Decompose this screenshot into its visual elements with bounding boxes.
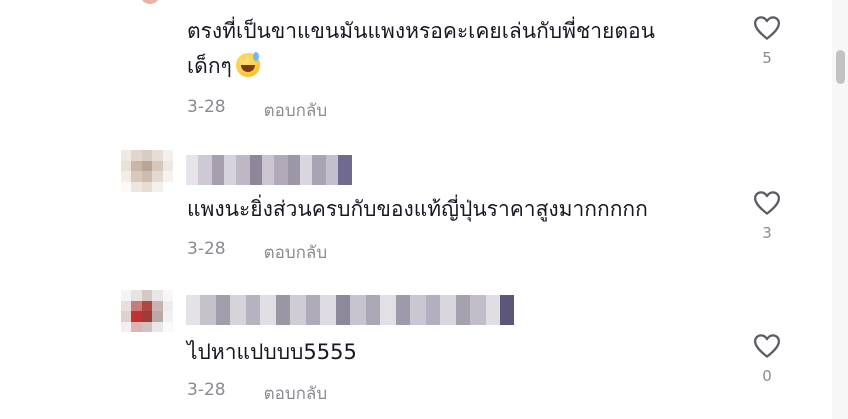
username-pixelated[interactable] [186, 155, 352, 185]
avatar[interactable] [121, 290, 173, 332]
like-count: 0 [762, 367, 772, 385]
comment-date: 3-28 [187, 97, 226, 117]
reply-button[interactable]: ตอบกลับ [264, 97, 328, 124]
reply-button[interactable]: ตอบกลับ [264, 380, 328, 407]
like-control: 5 [748, 13, 786, 67]
scrollbar-thumb[interactable] [836, 50, 845, 84]
comment-item: แพงนะยิ่งส่วนครบกับของแท้ญี่ปุ่นราคาสูงม… [0, 140, 830, 270]
like-control: 3 [748, 188, 786, 242]
heart-outline-icon[interactable] [752, 188, 782, 218]
comment-meta: 3-28 ตอบกลับ [187, 380, 327, 407]
like-count: 3 [762, 224, 772, 242]
like-control: 0 [748, 331, 786, 385]
like-count: 5 [762, 49, 772, 67]
comment-list: ตรงที่เป็นขาแขนมันแพงหรอคะเคยเล่นกับพี่ช… [0, 0, 848, 419]
comment-date: 3-28 [187, 380, 226, 400]
comment-text: ไปหาแปบบบ5555 [187, 340, 357, 364]
sweat-smile-emoji-icon [235, 52, 260, 77]
comment-text-line: ตรงที่เป็นขาแขนมันแพงหรอคะเคยเล่นกับพี่ช… [187, 19, 655, 43]
comment-item: ไปหาแปบบบ5555 3-28 ตอบกลับ 0 [0, 280, 830, 419]
comment-date: 3-28 [187, 239, 226, 259]
heart-outline-icon[interactable] [752, 13, 782, 43]
reply-button[interactable]: ตอบกลับ [264, 239, 328, 266]
comment-text: แพงนะยิ่งส่วนครบกับของแท้ญี่ปุ่นราคาสูงม… [187, 197, 648, 221]
comment-text-line: เด็กๆ [187, 49, 655, 84]
avatar[interactable] [121, 150, 173, 192]
heart-outline-icon[interactable] [752, 331, 782, 361]
comment-text: ตรงที่เป็นขาแขนมันแพงหรอคะเคยเล่นกับพี่ช… [187, 14, 655, 84]
comment-item: ตรงที่เป็นขาแขนมันแพงหรอคะเคยเล่นกับพี่ช… [0, 0, 830, 130]
comment-meta: 3-28 ตอบกลับ [187, 97, 327, 124]
username-pixelated[interactable] [186, 295, 530, 325]
comment-meta: 3-28 ตอบกลับ [187, 239, 327, 266]
